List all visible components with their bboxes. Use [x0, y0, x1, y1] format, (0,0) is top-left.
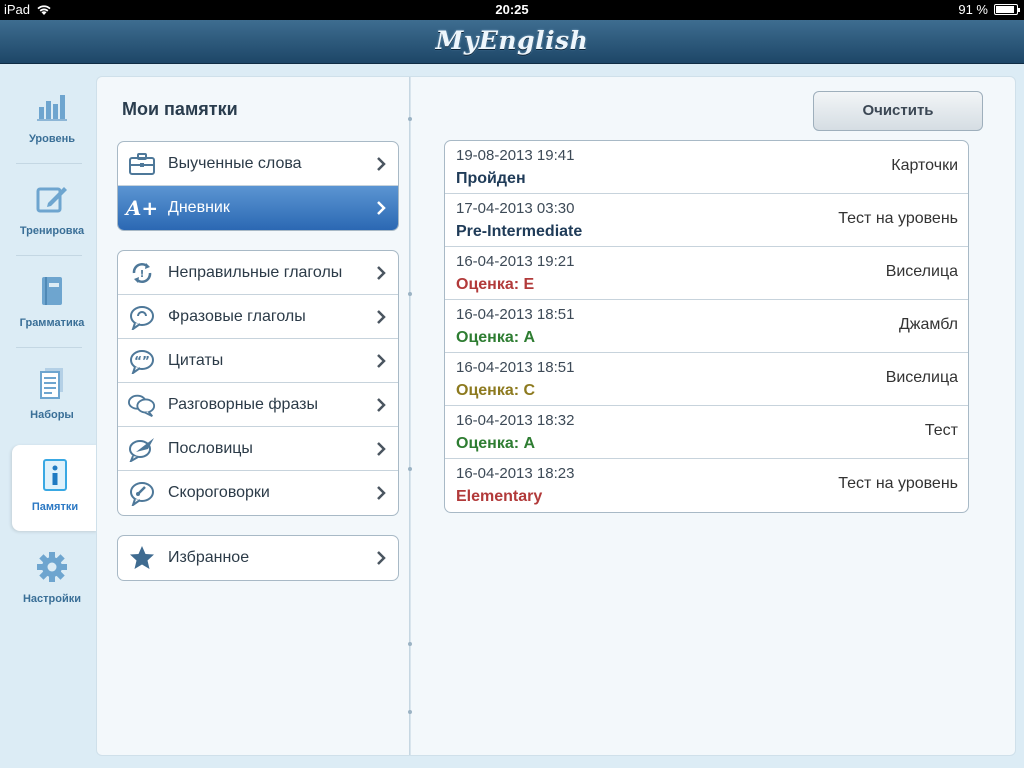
diary-result: Пройден: [456, 170, 526, 187]
briefcase-icon: [129, 152, 155, 175]
chevron-right-icon: [377, 551, 386, 565]
menu-item-tongue-twisters[interactable]: Скороговорки: [118, 471, 398, 515]
chevron-right-icon: [377, 201, 386, 215]
chat-bubbles-icon: [128, 394, 156, 417]
grammar-book-icon: [42, 277, 62, 305]
menu-item-learned-words[interactable]: Выученные слова: [118, 142, 398, 186]
menu-item-favorites[interactable]: Избранное: [118, 536, 398, 580]
diary-result: Pre-Intermediate: [456, 223, 583, 240]
grade-a-plus-icon: A+: [125, 196, 159, 220]
tab-sets[interactable]: Наборы: [8, 353, 96, 439]
diary-result: Оценка: E: [456, 276, 535, 293]
tab-grammar[interactable]: Грамматика: [8, 261, 96, 347]
battery-percent: 91 %: [958, 2, 988, 17]
tab-settings[interactable]: Настройки: [8, 537, 96, 623]
menu-group-primary: Выученные слова A+ Дневник: [117, 141, 399, 231]
chevron-right-icon: [377, 157, 386, 171]
menu-item-quotes[interactable]: “” Цитаты: [118, 339, 398, 383]
menu-item-label: Неправильные глаголы: [168, 263, 343, 281]
diary-activity: Тест: [924, 422, 958, 439]
menu-group-materials: ! Неправильные глаголы Фразовые глаголы …: [117, 250, 399, 516]
diary-date: 19-08-2013 19:41: [456, 147, 575, 164]
chevron-right-icon: [377, 398, 386, 412]
menu-item-label: Цитаты: [168, 351, 224, 369]
tab-training[interactable]: Тренировка: [8, 169, 96, 255]
tab-sets-label: Наборы: [30, 409, 74, 421]
menu-item-phrasal-verbs[interactable]: Фразовые глаголы: [118, 295, 398, 339]
quill-bubble-icon: [129, 437, 154, 462]
menu-item-label: Фразовые глаголы: [168, 307, 306, 325]
sidebar-title: Мои памятки: [122, 99, 238, 119]
diary-activity: Джамбл: [898, 316, 958, 333]
info-icon: [43, 459, 67, 491]
diary-row[interactable]: 16-04-2013 18:32 Оценка: A Тест: [445, 406, 968, 459]
diary-list: 19-08-2013 19:41 Пройден Карточки 17-04-201…: [444, 140, 969, 513]
app-logo: MyEnglish: [435, 26, 589, 55]
tab-level-label: Уровень: [28, 133, 75, 145]
panel-divider: [408, 77, 412, 755]
svg-text:!: !: [140, 269, 145, 280]
chevron-right-icon: [377, 354, 386, 368]
bar-chart-icon: [37, 95, 67, 121]
diary-row[interactable]: 16-04-2013 18:51 Оценка: A Джамбл: [445, 300, 968, 353]
diary-row[interactable]: 19-08-2013 19:41 Пройден Карточки: [445, 141, 968, 194]
navigation-bar: MyEnglish: [0, 20, 1024, 64]
tab-level[interactable]: Уровень: [8, 77, 96, 163]
battery-icon: [994, 4, 1020, 15]
diary-row[interactable]: 16-04-2013 18:23 Elementary Тест на уровен…: [445, 459, 968, 512]
menu-item-diary[interactable]: A+ Дневник: [118, 186, 398, 230]
tab-notes[interactable]: Памятки: [12, 445, 98, 531]
tab-settings-label: Настройки: [22, 593, 82, 605]
diary-row[interactable]: 17-04-2013 03:30 Pre-Intermediate Тест на …: [445, 194, 968, 247]
gear-icon: [37, 552, 67, 582]
diary-date: 16-04-2013 18:32: [456, 412, 575, 429]
diary-activity: Тест на уровень: [838, 475, 958, 492]
menu-item-conversational-phrases[interactable]: Разговорные фразы: [118, 383, 398, 427]
menu-item-label: Пословицы: [168, 439, 253, 457]
diary-date: 16-04-2013 18:51: [456, 359, 575, 376]
menu-item-label: Выученные слова: [168, 154, 302, 172]
pencil-edit-icon: [36, 187, 67, 213]
tab-training-label: Тренировка: [19, 225, 85, 237]
menu-item-proverbs[interactable]: Пословицы: [118, 427, 398, 471]
status-bar: iPad 20:25 91 %: [0, 0, 1024, 20]
svg-text:“”: “”: [134, 354, 150, 368]
menu-item-label: Избранное: [168, 549, 250, 566]
speech-bubble-cycle-icon: [130, 305, 154, 330]
menu-item-label: Скороговорки: [168, 484, 270, 501]
speed-bubble-icon: [130, 482, 154, 506]
tab-grammar-label: Грамматика: [19, 317, 85, 329]
tab-rail: Уровень Тренировка Грамматика Наборы Пам…: [0, 65, 98, 768]
refresh-arrows-icon: !: [132, 262, 152, 283]
diary-row[interactable]: 16-04-2013 18:51 Оценка: C Виселица: [445, 353, 968, 406]
document-stack-icon: [40, 368, 63, 399]
chevron-right-icon: [377, 310, 386, 324]
diary-activity: Виселица: [885, 263, 958, 280]
clear-button[interactable]: Очистить: [813, 91, 983, 131]
diary-activity: Виселица: [885, 369, 958, 386]
diary-result: Оценка: C: [456, 382, 536, 399]
chevron-right-icon: [377, 442, 386, 456]
tab-notes-label: Памятки: [31, 501, 79, 513]
diary-activity: Тест на уровень: [838, 210, 958, 227]
diary-result: Оценка: A: [456, 329, 536, 346]
main-panel: Мои памятки Выученные слова A+ Дневник !…: [96, 76, 1016, 756]
chevron-right-icon: [377, 486, 386, 500]
diary-result: Elementary: [456, 488, 543, 505]
diary-date: 16-04-2013 19:21: [456, 253, 575, 270]
menu-item-irregular-verbs[interactable]: ! Неправильные глаголы: [118, 251, 398, 295]
star-icon: [130, 546, 154, 569]
menu-item-label: Дневник: [168, 199, 230, 216]
diary-date: 16-04-2013 18:23: [456, 465, 575, 482]
menu-item-label: Разговорные фразы: [168, 395, 318, 413]
diary-result: Оценка: A: [456, 435, 536, 452]
status-time: 20:25: [495, 2, 529, 17]
diary-activity: Карточки: [891, 157, 958, 174]
diary-date: 17-04-2013 03:30: [456, 200, 575, 217]
quote-bubble-icon: “”: [130, 349, 154, 374]
chevron-right-icon: [377, 266, 386, 280]
menu-group-favorites: Избранное: [117, 535, 399, 581]
diary-date: 16-04-2013 18:51: [456, 306, 575, 323]
diary-row[interactable]: 16-04-2013 19:21 Оценка: E Виселица: [445, 247, 968, 300]
